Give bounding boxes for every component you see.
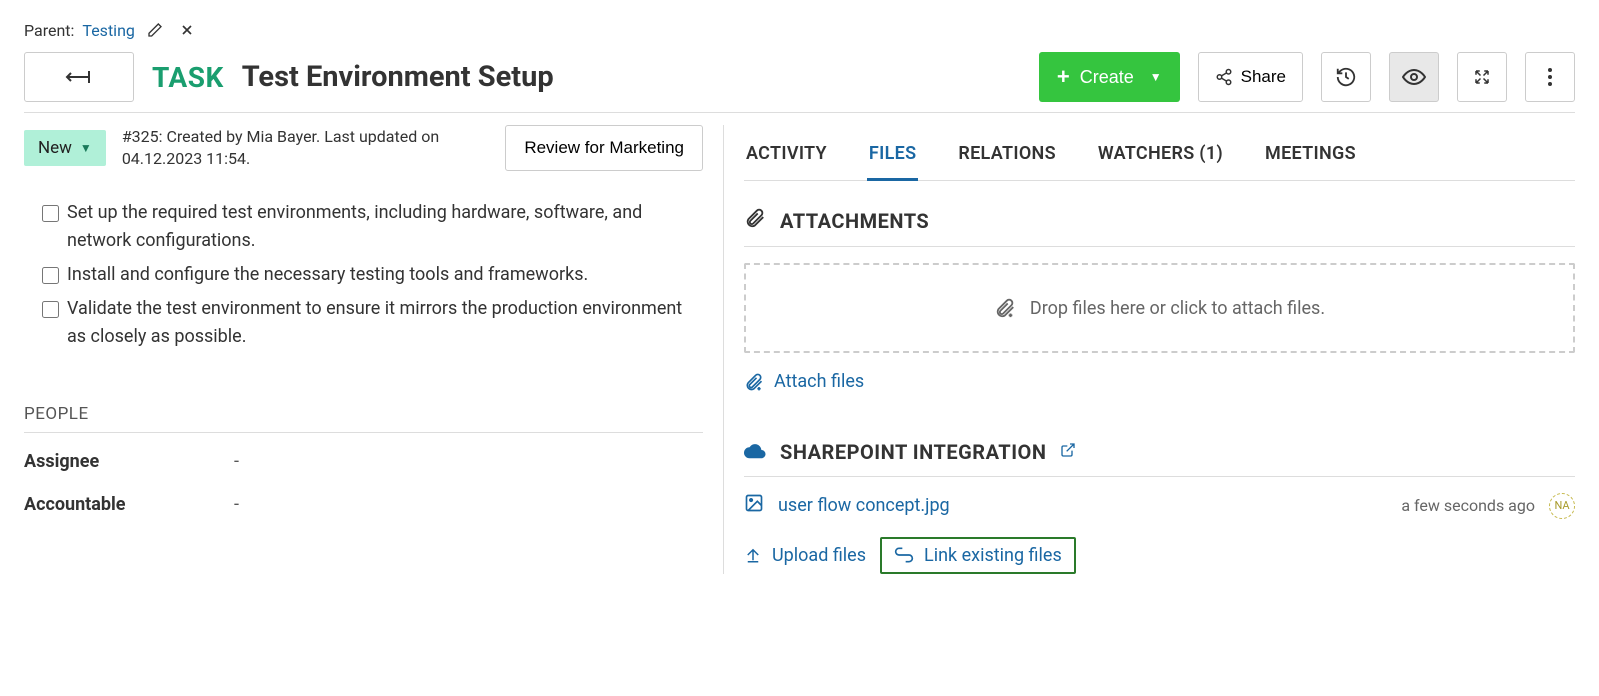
tabs: ACTIVITY FILES RELATIONS WATCHERS (1) ME…	[744, 133, 1575, 181]
divider	[24, 432, 703, 433]
file-dropzone[interactable]: Drop files here or click to attach files…	[744, 263, 1575, 353]
activity-log-button[interactable]	[1321, 52, 1371, 102]
link-icon	[894, 547, 914, 563]
checklist-text: Set up the required test environments, i…	[67, 199, 703, 255]
file-time: a few seconds ago	[1401, 496, 1535, 515]
field-value: -	[234, 494, 239, 515]
fullscreen-button[interactable]	[1457, 52, 1507, 102]
file-link[interactable]: user flow concept.jpg	[778, 495, 950, 516]
attach-icon	[744, 372, 764, 392]
checklist-text: Validate the test environment to ensure …	[67, 295, 703, 351]
upload-icon	[744, 546, 762, 564]
link-text: Attach files	[774, 371, 864, 392]
parent-label: Parent:	[24, 21, 74, 40]
link-text: Link existing files	[924, 545, 1062, 566]
upload-files-link[interactable]: Upload files	[744, 545, 866, 566]
divider	[744, 476, 1575, 477]
file-row: user flow concept.jpg a few seconds ago …	[744, 493, 1575, 519]
checkbox[interactable]	[42, 205, 59, 222]
watch-button[interactable]	[1389, 52, 1439, 102]
create-label: Create	[1080, 67, 1134, 88]
tab-meetings[interactable]: MEETINGS	[1263, 133, 1358, 180]
divider	[24, 112, 1575, 113]
checklist-item[interactable]: Install and configure the necessary test…	[42, 261, 703, 289]
avatar: NA	[1549, 493, 1575, 519]
checklist-item[interactable]: Validate the test environment to ensure …	[42, 295, 703, 351]
attach-files-link[interactable]: Attach files	[744, 371, 864, 392]
image-icon	[744, 493, 764, 518]
section-title: SHAREPOINT INTEGRATION	[780, 440, 1046, 464]
paperclip-icon	[744, 207, 766, 234]
checklist-item[interactable]: Set up the required test environments, i…	[42, 199, 703, 255]
assignee-row[interactable]: Assignee -	[24, 451, 703, 472]
plus-icon: +	[1057, 64, 1070, 90]
tab-watchers[interactable]: WATCHERS (1)	[1096, 133, 1225, 180]
chevron-down-icon: ▼	[1150, 70, 1162, 84]
field-label: Assignee	[24, 451, 234, 472]
tab-relations[interactable]: RELATIONS	[956, 133, 1057, 180]
status-label: New	[38, 138, 72, 158]
field-label: Accountable	[24, 494, 234, 515]
share-label: Share	[1241, 67, 1286, 87]
link-text: Upload files	[772, 545, 866, 566]
share-button[interactable]: Share	[1198, 52, 1303, 102]
more-button[interactable]	[1525, 52, 1575, 102]
field-value: -	[234, 451, 239, 472]
side-pane: ACTIVITY FILES RELATIONS WATCHERS (1) ME…	[724, 125, 1575, 574]
review-button[interactable]: Review for Marketing	[505, 125, 703, 171]
close-icon[interactable]	[175, 18, 199, 42]
meta-info: #325: Created by Mia Bayer. Last updated…	[122, 126, 452, 171]
parent-link[interactable]: Testing	[82, 21, 134, 40]
type-badge: TASK	[152, 61, 224, 94]
section-title: ATTACHMENTS	[780, 209, 929, 233]
accountable-row[interactable]: Accountable -	[24, 494, 703, 515]
details-pane: New ▼ #325: Created by Mia Bayer. Last u…	[24, 125, 724, 574]
attach-icon	[994, 297, 1016, 319]
description-checklist: Set up the required test environments, i…	[24, 199, 703, 350]
back-button[interactable]	[24, 52, 134, 102]
share-icon	[1215, 68, 1233, 86]
sharepoint-heading: SHAREPOINT INTEGRATION	[744, 440, 1575, 464]
chevron-down-icon: ▼	[80, 141, 92, 155]
cloud-icon	[744, 440, 766, 464]
page-title: Test Environment Setup	[242, 60, 554, 94]
tab-files[interactable]: FILES	[867, 133, 918, 181]
link-existing-files-link[interactable]: Link existing files	[880, 537, 1076, 574]
checkbox[interactable]	[42, 301, 59, 318]
checkbox[interactable]	[42, 267, 59, 284]
status-dropdown[interactable]: New ▼	[24, 130, 106, 166]
divider	[744, 246, 1575, 247]
tab-activity[interactable]: ACTIVITY	[744, 133, 829, 180]
attachments-heading: ATTACHMENTS	[744, 207, 1575, 234]
dropzone-text: Drop files here or click to attach files…	[1030, 298, 1325, 319]
edit-parent-icon[interactable]	[143, 18, 167, 42]
header: TASK Test Environment Setup + Create ▼ S…	[24, 52, 1575, 102]
people-heading: PEOPLE	[24, 404, 703, 424]
breadcrumb: Parent: Testing	[24, 18, 1575, 42]
create-button[interactable]: + Create ▼	[1039, 52, 1180, 102]
checklist-text: Install and configure the necessary test…	[67, 261, 588, 289]
external-link-icon[interactable]	[1060, 442, 1076, 462]
